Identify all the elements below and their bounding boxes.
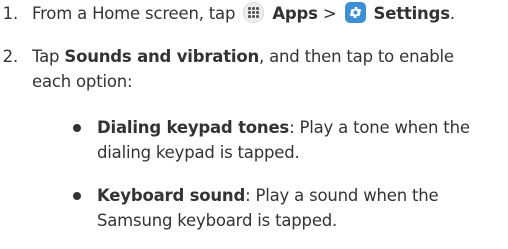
option-2-line-2: Samsung keyboard is tapped. [97, 211, 338, 230]
option-desc: : Play a tone when the [289, 118, 470, 137]
sounds-vibration-label: Sounds and vibration [64, 47, 260, 66]
step-text-line-2: each option: [32, 72, 133, 91]
step-text: Tap Sounds and vibration, and then tap t… [32, 45, 454, 69]
step-number: 2. [2, 47, 19, 66]
option-2: Keyboard sound: Play a sound when the [97, 184, 439, 208]
option-1-line-2: dialing keypad is tapped. [97, 143, 300, 162]
option-desc: : Play a sound when the [245, 186, 439, 205]
step-number: 1. [2, 4, 19, 23]
option-1: Dialing keypad tones: Play a tone when t… [97, 116, 470, 140]
settings-icon [344, 2, 366, 23]
bullet [73, 124, 81, 132]
instructions: 1. From a Home screen, tap Apps > Settin… [0, 0, 508, 249]
option-title: Keyboard sound [97, 186, 246, 205]
step-2-suffix: , and then tap to enable [259, 47, 454, 66]
apps-label: Apps [272, 4, 318, 23]
step-2-prefix: Tap [32, 47, 60, 66]
option-title: Dialing keypad tones [97, 118, 290, 137]
separator: > [322, 4, 337, 23]
step-1-prefix: From a Home screen, tap [32, 4, 236, 23]
settings-label: Settings [373, 4, 450, 23]
step-1: 1. From a Home screen, tap Apps > Settin… [0, 2, 508, 26]
step-2: 2. Tap Sounds and vibration, and then ta… [0, 45, 508, 95]
apps-icon [243, 2, 265, 23]
bullet [73, 192, 81, 200]
step-1-end: . [449, 4, 455, 23]
step-text: From a Home screen, tap Apps > Settings. [32, 2, 455, 26]
